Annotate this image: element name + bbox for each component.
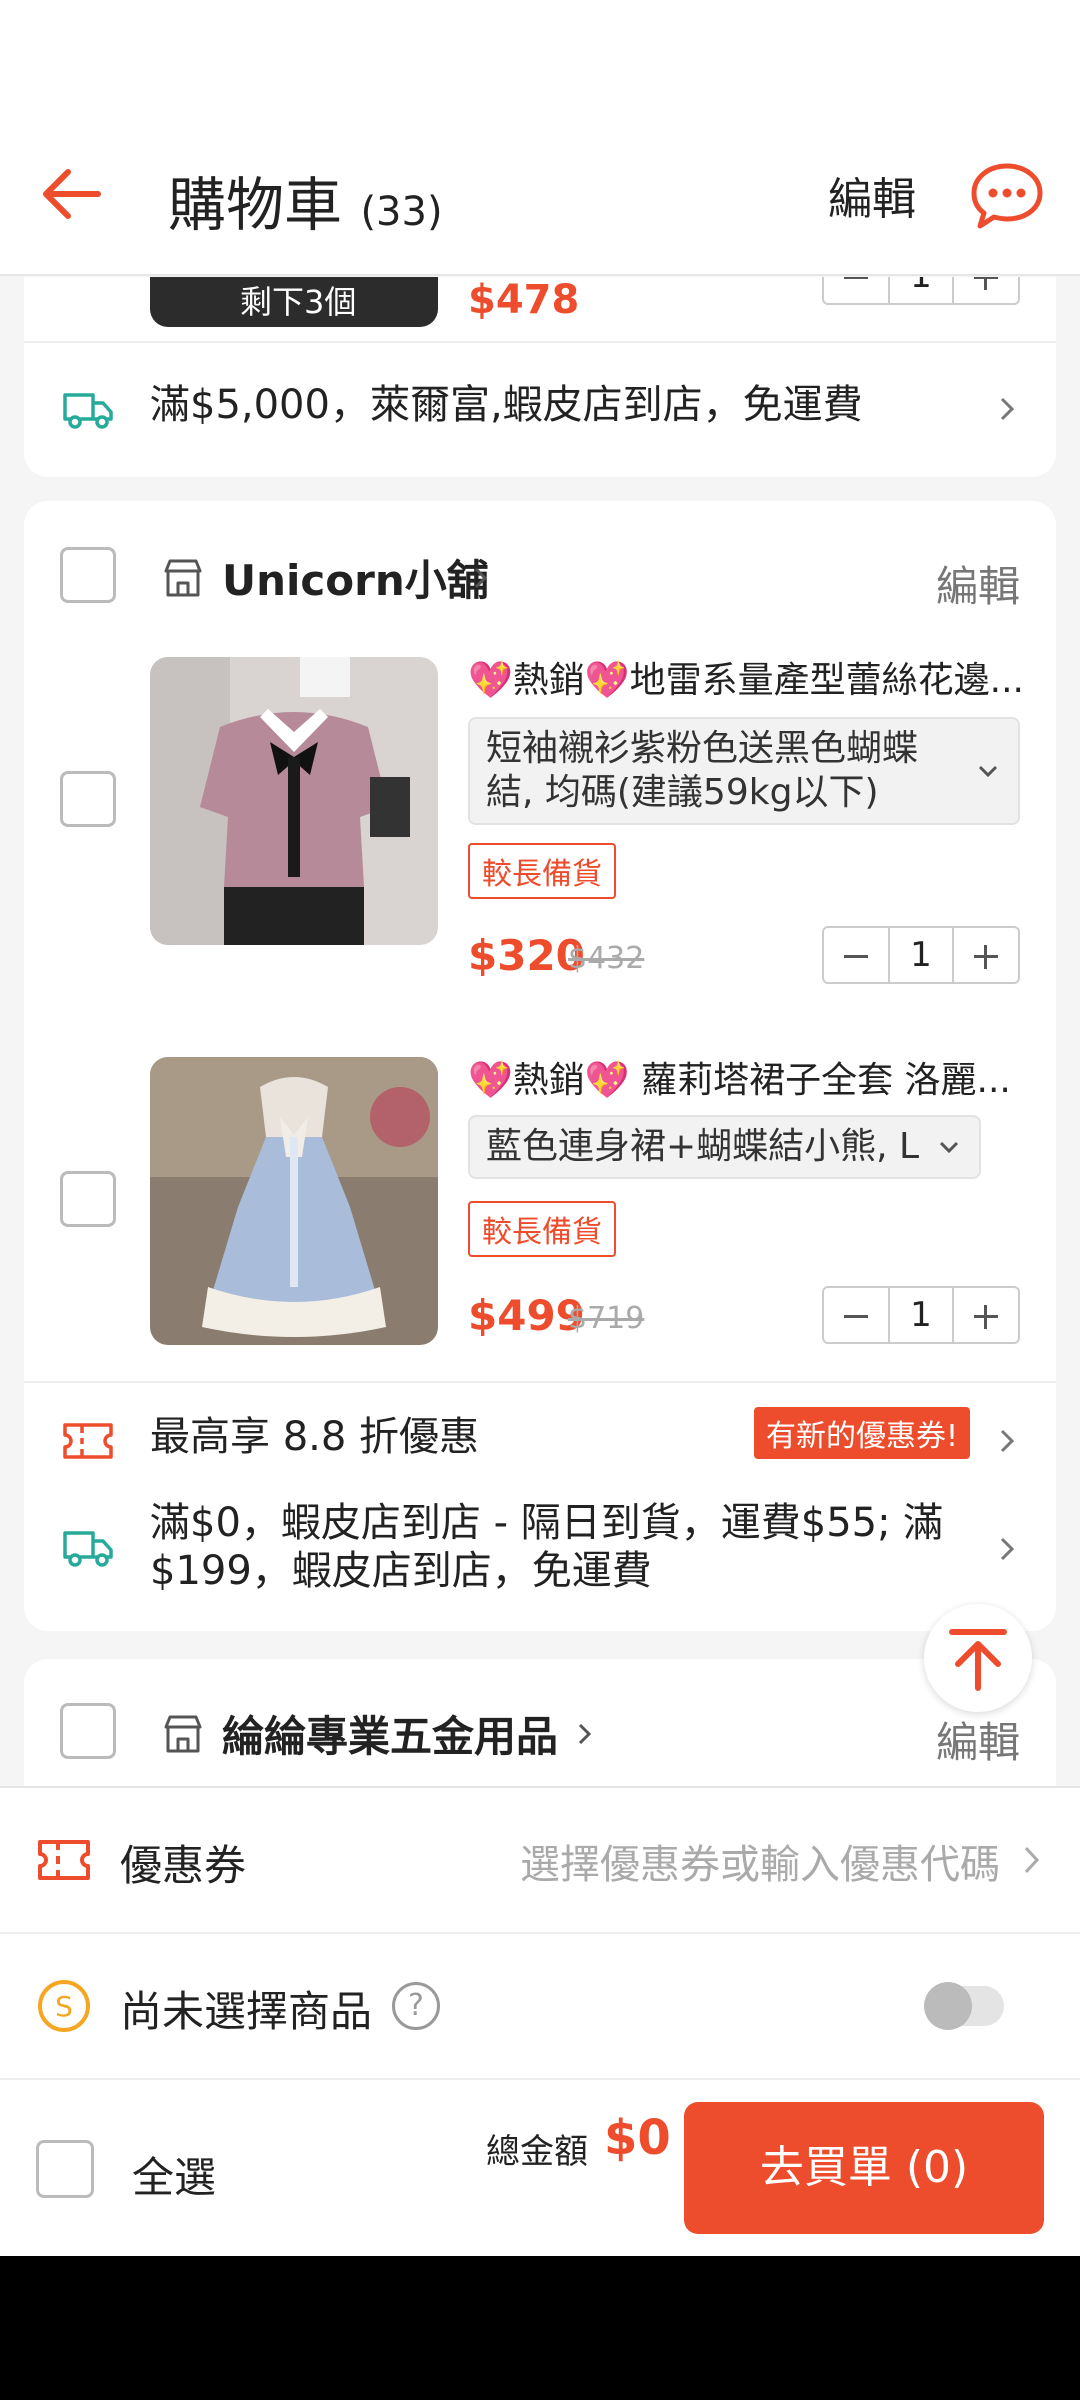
platform-voucher-row[interactable]: 優惠券 選擇優惠券或輸入優惠代碼	[0, 1788, 1080, 1934]
checkout-panel: 優惠券 選擇優惠券或輸入優惠代碼 S 尚未選擇商品 ? 全選 總金額 $0 去買…	[0, 1786, 1080, 2256]
cart-list[interactable]: 剩下3個 $478 1 滿$5,000，萊爾富,蝦皮店到店，免運費 Unicor	[0, 277, 1080, 1787]
chevron-right-icon	[474, 567, 488, 589]
voucher-icon	[38, 1840, 90, 1880]
product-price: $478	[468, 277, 580, 323]
chevron-down-icon	[940, 1141, 959, 1154]
product-image[interactable]	[150, 657, 438, 945]
stock-label: 剩下3個	[240, 283, 357, 321]
shop-edit-button[interactable]: 編輯	[936, 553, 1020, 614]
coin-icon: S	[38, 1980, 90, 2032]
shop-name[interactable]: 綸綸專業五金用品	[222, 1703, 558, 1764]
product-photo-pink-blouse	[150, 657, 438, 945]
toggle-knob	[924, 1982, 972, 2030]
shopee-coins-row: S 尚未選擇商品 ?	[0, 1934, 1080, 2080]
preorder-badge: 較長備貨	[468, 1201, 616, 1257]
voucher-label: 優惠券	[120, 1841, 247, 1890]
shop-select-checkbox[interactable]	[60, 547, 116, 603]
decrease-quantity-button[interactable]	[824, 1288, 888, 1342]
preorder-badge: 較長備貨	[468, 843, 616, 899]
quantity-stepper[interactable]: 1	[822, 277, 1020, 305]
quantity-value[interactable]: 1	[888, 1288, 954, 1342]
product-image[interactable]	[150, 1057, 438, 1345]
divider	[24, 1381, 1056, 1383]
chat-icon	[971, 163, 1043, 229]
arrow-up-icon	[949, 1629, 1007, 1691]
checkout-button[interactable]: 去買單 (0)	[684, 2102, 1044, 2234]
select-all-label[interactable]: 全選	[132, 2144, 216, 2205]
shop-select-checkbox[interactable]	[60, 1703, 116, 1759]
truck-icon	[63, 393, 113, 429]
select-all-checkbox[interactable]	[36, 2140, 94, 2198]
quantity-value[interactable]: 1	[888, 928, 954, 982]
product-original-price: $719	[568, 1301, 645, 1336]
coins-toggle[interactable]	[924, 1982, 1004, 2030]
shipping-promo-row[interactable]: 滿$5,000，萊爾富,蝦皮店到店，免運費	[24, 363, 1056, 453]
back-to-top-button[interactable]	[924, 1604, 1032, 1712]
chevron-right-icon	[578, 1723, 592, 1745]
back-button[interactable]	[36, 158, 108, 230]
product-image[interactable]: 剩下3個	[150, 277, 438, 327]
chevron-right-icon	[1000, 397, 1015, 421]
chevron-right-icon	[1024, 1846, 1040, 1874]
checkout-row: 全選 總金額 $0 去買單 (0)	[0, 2080, 1080, 2258]
variation-text: 藍色連身裙+蝴蝶結小熊, L	[486, 1126, 920, 1167]
shop-card-next: 綸綸專業五金用品 編輯	[24, 1659, 1056, 1787]
chevron-right-icon	[1000, 1429, 1015, 1453]
cart-count: (33)	[360, 189, 443, 235]
quantity-stepper[interactable]: 1	[822, 1286, 1020, 1344]
truck-icon	[63, 1531, 113, 1567]
increase-quantity-button[interactable]	[954, 928, 1018, 982]
decrease-quantity-button[interactable]	[824, 277, 888, 303]
chevron-right-icon	[1000, 1537, 1015, 1561]
page-title: 購物車 (33)	[168, 158, 443, 242]
quantity-value[interactable]: 1	[888, 277, 954, 303]
total-value: $0	[604, 2110, 671, 2166]
svg-text:S: S	[55, 1990, 73, 2023]
chevron-down-icon	[978, 765, 998, 778]
voucher-icon	[63, 1423, 113, 1459]
shop-name[interactable]: Unicorn小舖	[222, 547, 489, 608]
product-photo-blue-dress	[150, 1057, 438, 1345]
variation-selector[interactable]: 短袖襯衫紫粉色送黑色蝴蝶結, 均碼(建議59kg以下)	[468, 717, 1020, 825]
top-bar: 購物車 (33) 編輯	[0, 108, 1080, 276]
page-title-text: 購物車	[168, 171, 343, 239]
voucher-placeholder: 選擇優惠券或輸入優惠代碼	[520, 1842, 1000, 1888]
item-select-checkbox[interactable]	[60, 771, 116, 827]
shop-card-unicorn: Unicorn小舖 編輯 💖熱銷💖地雷系量產型蕾絲花邊... 短袖襯衫紫粉色送黑…	[24, 501, 1056, 1631]
shop-icon	[164, 559, 202, 597]
coins-label: 尚未選擇商品	[120, 1987, 373, 2036]
decrease-quantity-button[interactable]	[824, 928, 888, 982]
shop-discount-row[interactable]: 最高享 8.8 折優惠 有新的優惠券!	[24, 1395, 1056, 1485]
divider	[24, 341, 1056, 343]
product-title[interactable]: 💖熱銷💖 蘿莉塔裙子全套 洛麗...	[468, 1051, 1028, 1103]
shipping-promo-text: 滿$5,000，萊爾富,蝦皮店到店，免運費	[150, 382, 863, 428]
item-select-checkbox[interactable]	[60, 1171, 116, 1227]
new-voucher-badge: 有新的優惠券!	[754, 1407, 971, 1459]
help-icon[interactable]: ?	[392, 1982, 440, 2030]
increase-quantity-button[interactable]	[954, 1288, 1018, 1342]
increase-quantity-button[interactable]	[954, 277, 1018, 303]
shop-shipping-text: 滿$0，蝦皮店到店 - 隔日到貨，運費$55; 滿$199，蝦皮店到店，免運費	[150, 1500, 944, 1594]
system-navigation-bar	[0, 2256, 1080, 2400]
variation-text: 短袖襯衫紫粉色送黑色蝴蝶結, 均碼(建議59kg以下)	[486, 728, 919, 813]
back-arrow-icon	[43, 169, 101, 219]
shop-edit-button[interactable]: 編輯	[936, 1709, 1020, 1770]
variation-selector[interactable]: 藍色連身裙+蝴蝶結小熊, L	[468, 1115, 982, 1179]
shop-card-previous: 剩下3個 $478 1 滿$5,000，萊爾富,蝦皮店到店，免運費	[24, 277, 1056, 477]
chat-button[interactable]	[966, 156, 1048, 238]
total-label: 總金額	[486, 2132, 588, 2172]
shop-icon	[164, 1715, 202, 1753]
edit-cart-button[interactable]: 編輯	[828, 163, 916, 227]
quantity-stepper[interactable]: 1	[822, 926, 1020, 984]
shop-shipping-row[interactable]: 滿$0，蝦皮店到店 - 隔日到貨，運費$55; 滿$199，蝦皮店到店，免運費	[24, 1491, 1056, 1601]
product-title[interactable]: 💖熱銷💖地雷系量產型蕾絲花邊...	[468, 651, 1028, 703]
status-bar	[0, 0, 1080, 108]
product-original-price: $432	[568, 941, 645, 976]
